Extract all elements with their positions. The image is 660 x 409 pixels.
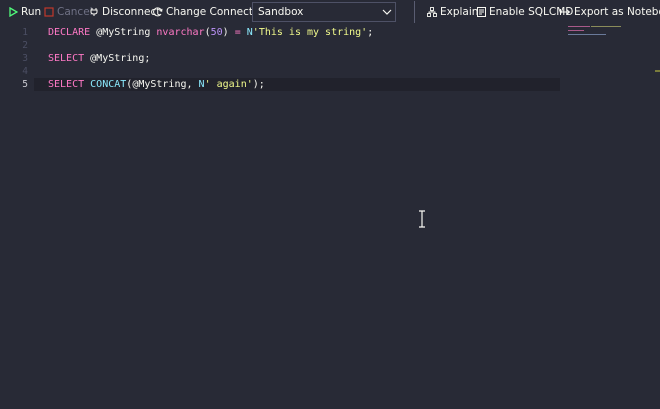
code-token: SELECT bbox=[48, 53, 85, 64]
export-notebook-button[interactable]: Export as Notebook bbox=[560, 0, 660, 24]
code-token: @MyString bbox=[96, 27, 151, 38]
code-token: @MyString bbox=[90, 53, 145, 64]
code-token: ; bbox=[144, 53, 151, 64]
disconnect-label: Disconnect bbox=[102, 6, 161, 18]
line-number: 1 bbox=[22, 27, 28, 38]
refresh-icon bbox=[153, 7, 163, 17]
line-number: 2 bbox=[22, 40, 28, 51]
run-label: Run bbox=[21, 6, 42, 18]
run-button[interactable]: Run bbox=[8, 0, 41, 24]
code-line[interactable]: DECLARE @MyString nvarchar(50) = N'This … bbox=[48, 26, 373, 39]
code-token: CONCAT bbox=[90, 79, 127, 90]
chevron-down-icon bbox=[379, 9, 395, 15]
tree-icon bbox=[427, 7, 437, 17]
stop-icon bbox=[44, 7, 54, 17]
code-line[interactable]: SELECT CONCAT(@MyString, N' again'); bbox=[48, 78, 265, 91]
explain-label: Explain bbox=[440, 6, 479, 18]
ibeam-icon bbox=[417, 210, 427, 228]
connection-value: Sandbox bbox=[258, 6, 304, 18]
play-icon bbox=[8, 7, 18, 17]
code-token: ' again' bbox=[204, 79, 253, 90]
code-token: @MyString bbox=[132, 79, 187, 90]
code-token: 50 bbox=[210, 27, 223, 38]
code-token: , bbox=[186, 79, 199, 90]
query-toolbar: Run Cancel Disconnect Change Connection … bbox=[0, 0, 660, 24]
export-icon bbox=[560, 7, 571, 17]
code-token: SELECT bbox=[48, 79, 85, 90]
code-editor[interactable]: 1 2 3 4 5 DECLARE @MyString nvarchar(50) = N… bbox=[0, 24, 660, 409]
export-label: Export as Notebook bbox=[574, 6, 660, 18]
code-token: ); bbox=[252, 79, 265, 90]
document-icon bbox=[476, 7, 486, 17]
line-number: 4 bbox=[22, 66, 28, 77]
cancel-button[interactable]: Cancel bbox=[44, 0, 93, 24]
line-number: 5 bbox=[22, 79, 28, 90]
toolbar-separator bbox=[414, 1, 415, 23]
explain-button[interactable]: Explain bbox=[427, 0, 478, 24]
code-token: DECLARE bbox=[48, 27, 91, 38]
connection-select[interactable]: Sandbox bbox=[252, 2, 396, 22]
disconnect-button[interactable]: Disconnect bbox=[89, 0, 160, 24]
code-token: ; bbox=[367, 27, 374, 38]
scrollbar-marker bbox=[655, 70, 660, 72]
enable-sqlcmd-button[interactable]: Enable SQLCMD bbox=[476, 0, 573, 24]
plug-icon bbox=[89, 7, 99, 17]
cancel-label: Cancel bbox=[57, 6, 93, 18]
code-token: nvarchar bbox=[156, 27, 205, 38]
code-token: ) bbox=[222, 27, 235, 38]
code-token: 'This is my string' bbox=[252, 27, 368, 38]
minimap[interactable] bbox=[566, 24, 660, 54]
code-line[interactable]: SELECT @MyString; bbox=[48, 52, 150, 65]
line-number: 3 bbox=[22, 53, 28, 64]
